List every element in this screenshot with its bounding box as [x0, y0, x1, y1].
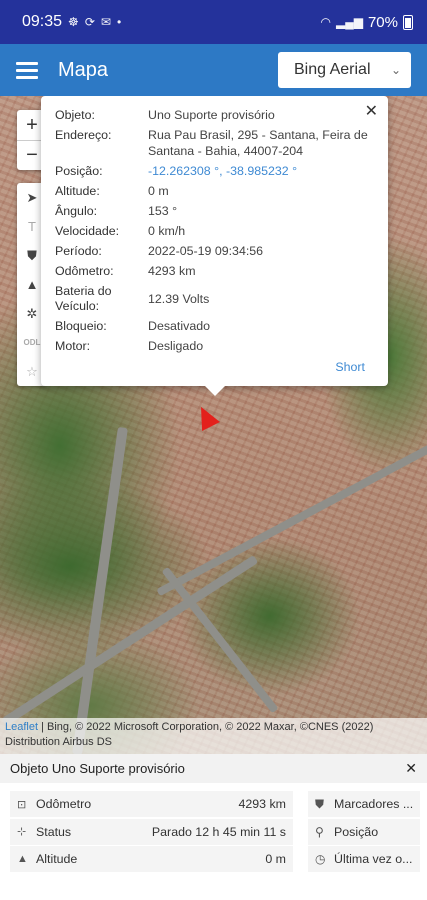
notification-icon: ☸ — [68, 15, 79, 29]
markers-button[interactable]: ⛊ Marcadores ... — [308, 791, 420, 817]
status-time: 09:35 — [22, 13, 63, 30]
status-icon: ⊹ — [17, 826, 27, 838]
altitude-icon: ▲ — [17, 853, 28, 865]
menu-icon[interactable] — [16, 61, 38, 79]
battery-level: 70% — [367, 13, 398, 31]
panel-header: Objeto Uno Suporte provisório ✕ — [0, 754, 427, 783]
signal-icon: ▂▄▆ — [336, 15, 363, 29]
object-panel: Objeto Uno Suporte provisório ✕ ⊡ Odômet… — [0, 754, 427, 900]
stat-odometer: ⊡ Odômetro 4293 km — [10, 791, 293, 817]
attribution-text: | Bing, © 2022 Microsoft Corporation, © … — [5, 721, 374, 748]
popup-row: Bloqueio: Desativado — [55, 319, 210, 333]
road — [161, 566, 279, 714]
popup-row: Bateria do Veículo: 12.39 Volts — [55, 283, 210, 314]
close-icon[interactable]: ✕ — [365, 101, 378, 121]
leaflet-link[interactable]: Leaflet — [5, 721, 38, 733]
map-layer-select[interactable]: Bing Aerial ⌄ — [278, 52, 411, 88]
location-pin-icon: ⚲ — [315, 824, 324, 839]
app-bar: Mapa Bing Aerial ⌄ — [0, 44, 427, 96]
mail-icon: ✉ — [100, 15, 111, 29]
actions-list: ⛊ Marcadores ... ⚲ Posição ◷ Última vez … — [308, 791, 420, 874]
last-time-button[interactable]: ◷ Última vez o... — [308, 846, 420, 872]
map-view[interactable]: + − ➤ T ⛊ ▲ ✲ ODL ☆ ✕ Objeto: Uno Suporte… — [0, 96, 427, 754]
page-title: Mapa — [58, 58, 109, 81]
status-bar: 09:35 ☸ ⟳ ✉ • ◠ ▂▄▆ 70% — [0, 0, 427, 44]
stat-altitude: ▲ Altitude 0 m — [10, 846, 293, 872]
road — [72, 426, 128, 754]
vehicle-marker-icon[interactable] — [192, 402, 220, 432]
position-link[interactable]: -12.262308 °, -38.985232 ° — [148, 164, 374, 180]
popup-row: Motor: Desligado — [55, 339, 204, 353]
popup-row: Velocidade: 0 km/h — [55, 223, 186, 238]
popup-row: Período: 2022-05-19 09:34:56 — [55, 243, 264, 258]
stats-list: ⊡ Odômetro 4293 km ⊹ Status Parado 12 h … — [10, 791, 293, 874]
stat-status: ⊹ Status Parado 12 h 45 min 11 s — [10, 818, 293, 845]
position-button[interactable]: ⚲ Posição — [308, 818, 420, 845]
popup-row: Endereço: Rua Pau Brasil, 295 - Santana, … — [55, 128, 368, 158]
popup-row: Posição: -12.262308 °, -38.985232 ° — [55, 164, 374, 180]
map-attribution: Leaflet | Bing, © 2022 Microsoft Corpora… — [0, 718, 427, 754]
map-layer-value: Bing Aerial — [294, 61, 371, 78]
sync-icon: ⟳ — [84, 15, 95, 29]
object-info-popup: ✕ Objeto: Uno Suporte provisório Endereço… — [41, 96, 388, 396]
shield-icon: ⛊ — [315, 796, 325, 811]
popup-row: Ângulo: 153 ° — [55, 203, 178, 218]
road — [156, 443, 427, 597]
short-link[interactable]: Short — [335, 360, 365, 374]
dot-icon: • — [116, 15, 122, 29]
odometer-icon: ⊡ — [17, 798, 27, 811]
clock-icon: ◷ — [315, 852, 326, 866]
chevron-down-icon: ⌄ — [390, 63, 401, 77]
close-icon[interactable]: ✕ — [405, 760, 417, 777]
wifi-icon: ◠ — [320, 15, 331, 29]
popup-row: Altitude: 0 m — [55, 183, 169, 198]
panel-title: Objeto Uno Suporte provisório — [10, 761, 185, 776]
battery-icon — [403, 14, 413, 30]
popup-row: Objeto: Uno Suporte provisório — [55, 108, 275, 122]
popup-row: Odômetro: 4293 km — [55, 263, 196, 278]
